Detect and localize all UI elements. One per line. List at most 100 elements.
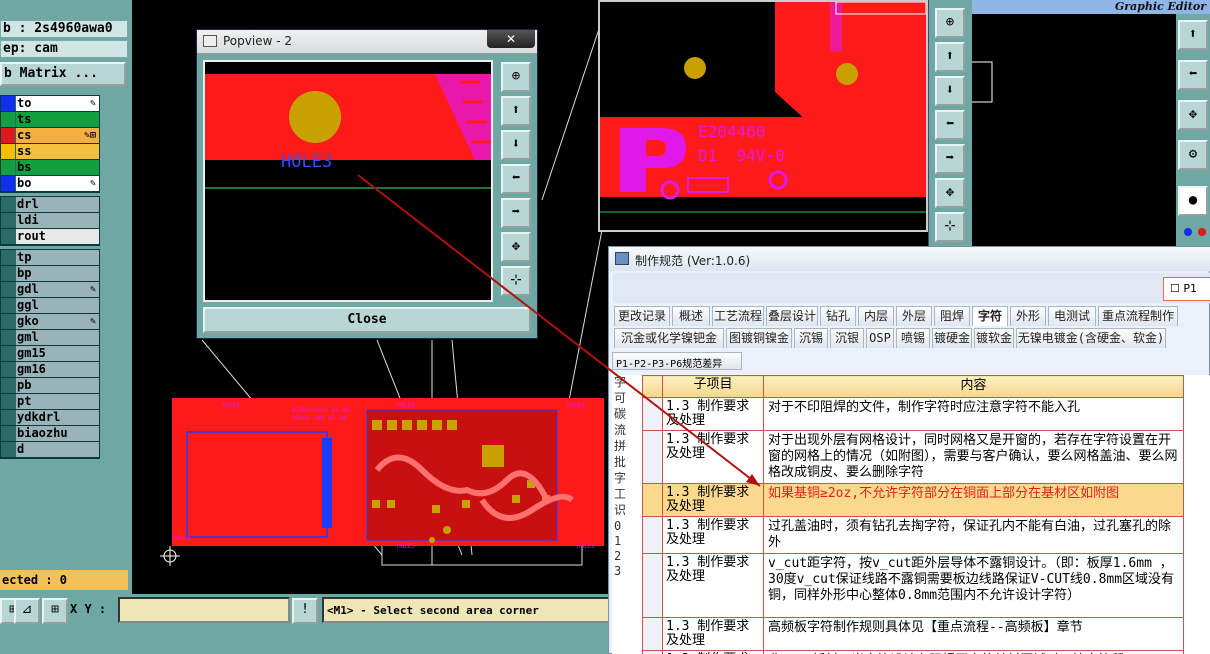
tab[interactable]: 喷锡 <box>896 328 930 348</box>
content-cell: 高频板字符制作规则具体见【重点流程--高频板】章节 <box>763 617 1184 651</box>
zoom-in-icon[interactable]: ⊕ <box>935 8 965 38</box>
svg-text:HOLE1: HOLE1 <box>222 402 240 409</box>
table-row[interactable]: 1.3 制作要求及处理 v_cut距字符，按v_cut距外层导体不露铜设计。（即：… <box>642 553 1184 618</box>
tab[interactable]: 内层 <box>858 306 894 326</box>
layer-row[interactable]: ydkdrl <box>1 410 99 426</box>
layer-row[interactable]: biaozhu <box>1 426 99 442</box>
layer-row[interactable]: bs <box>1 160 99 176</box>
tab[interactable]: 沉银 <box>830 328 864 348</box>
layer-row[interactable]: pb <box>1 378 99 394</box>
tab[interactable]: 电测试 <box>1048 306 1096 326</box>
layer-row[interactable]: bo ✎ <box>1 176 99 192</box>
layer-row[interactable]: to ✎ <box>1 96 99 112</box>
tab[interactable]: 镀软金 <box>974 328 1014 348</box>
xy-label: X Y : <box>70 602 107 616</box>
layer-name: d <box>16 442 99 457</box>
layer-row[interactable]: gm15 <box>1 346 99 362</box>
table-row[interactable]: 1.3 制作要求及处理 对于不印阻焊的文件，制作字符时应注意字符不能入孔 <box>642 397 1184 431</box>
center-icon[interactable]: ⊹ <box>501 266 531 296</box>
center-icon[interactable]: ⊹ <box>935 212 965 242</box>
pan-left-icon[interactable]: ⬅ <box>501 164 531 194</box>
layer-row[interactable]: ldi <box>1 213 99 229</box>
layer-name: bs <box>16 160 99 175</box>
pan-up-icon[interactable]: ⬆ <box>1178 20 1208 50</box>
fit-icon[interactable]: ✥ <box>501 232 531 262</box>
column-header-sub[interactable]: 子项目 <box>662 375 764 398</box>
zoom-in-icon[interactable]: ⊕ <box>501 62 531 92</box>
measure-icon[interactable]: ⊿ <box>14 598 40 624</box>
tab[interactable]: 阻焊 <box>934 306 970 326</box>
tab[interactable]: OSP <box>866 328 894 348</box>
ul-marking: E204460 <box>698 122 766 141</box>
column-header-content[interactable]: 内容 <box>763 375 1184 398</box>
table-row[interactable]: 1.3 制作要求及处理 如果基铜≥2oz,不允许字符部分在铜面上部分在基材区如附图 <box>642 483 1184 517</box>
layer-name: gm15 <box>16 346 99 361</box>
tab[interactable]: 工艺流程 <box>712 306 764 326</box>
layer-color-swatch <box>1 160 15 175</box>
pan-left-icon[interactable]: ⬅ <box>935 110 965 140</box>
edit-icon: ✎⊞ <box>83 130 96 141</box>
layer-row[interactable]: d <box>1 442 99 458</box>
fit-icon[interactable]: ✥ <box>935 178 965 208</box>
pan-down-icon[interactable]: ⬇ <box>935 76 965 106</box>
layer-row[interactable]: bp <box>1 266 99 282</box>
pan-left-icon[interactable]: ⬅ <box>1178 60 1208 90</box>
layer-row[interactable]: gko ✎ <box>1 314 99 330</box>
tab[interactable]: 叠层设计 <box>766 306 818 326</box>
layer-row[interactable]: pt <box>1 394 99 410</box>
tab[interactable]: 重点流程制作 <box>1098 306 1178 326</box>
flammability-rating: D1 94V-0 <box>698 146 785 165</box>
tab[interactable]: 钻孔 <box>820 306 856 326</box>
tab[interactable]: 外形 <box>1010 306 1046 326</box>
layer-row[interactable]: rout <box>1 229 99 245</box>
window-icon <box>615 252 629 265</box>
tab[interactable]: 外层 <box>896 306 932 326</box>
pan-right-icon[interactable]: ➡ <box>935 144 965 174</box>
tab[interactable]: 镀硬金 <box>932 328 972 348</box>
pad-icon[interactable]: ● <box>1178 186 1208 216</box>
tab[interactable]: 图镀铜镍金 <box>726 328 792 348</box>
row-indicator <box>642 650 663 654</box>
table-row[interactable]: 1.3 制作要求及处理 对于出现外层有网格设计，同时网格又是开窗的，若存在字符设置… <box>642 430 1184 484</box>
layer-row[interactable]: ggl <box>1 298 99 314</box>
preview-canvas[interactable]: E204460 D1 94V-0 <box>598 0 928 232</box>
tab[interactable]: 更改记录 <box>614 306 670 326</box>
layer-row[interactable]: ss <box>1 144 99 160</box>
pan-up-icon[interactable]: ⬆ <box>935 42 965 72</box>
pan-right-icon[interactable]: ➡ <box>501 198 531 228</box>
tab-p-diff[interactable]: P1-P2-P3-P6规范差异 <box>612 352 742 370</box>
warning-icon[interactable]: ! <box>292 598 318 624</box>
fit-icon[interactable]: ✥ <box>1178 100 1208 130</box>
popview-toolbar: ⊕ ⬆ ⬇ ⬅ ➡ ✥ ⊹ <box>499 60 533 302</box>
job-name: b : 2s4960awa0 <box>0 20 128 38</box>
hole-label: HOLE3 <box>281 152 333 172</box>
matrix-button[interactable]: b Matrix ... <box>0 62 126 86</box>
close-button[interactable]: Close <box>203 307 531 333</box>
layer-row[interactable]: cs ✎⊞ <box>1 128 99 144</box>
tab[interactable]: 沉锡 <box>794 328 828 348</box>
table-row[interactable]: 1.3 制作要求及处理 高频板字符制作规则具体见【重点流程--高频板】章节 <box>642 617 1184 651</box>
pan-down-icon[interactable]: ⬇ <box>501 130 531 160</box>
layer-row[interactable]: ts <box>1 112 99 128</box>
side-char: 流 <box>614 423 627 437</box>
xy-input[interactable] <box>118 597 290 623</box>
tab[interactable]: 沉金或化学镍钯金 <box>614 328 724 348</box>
row-indicator <box>642 483 663 517</box>
close-icon[interactable]: ✕ <box>487 30 535 48</box>
tab[interactable]: 无镍电镀金(含硬金、软金) <box>1016 328 1166 348</box>
grid-icon[interactable]: ⊞ <box>42 598 68 624</box>
p1-tab[interactable]: ☐ P1 <box>1163 277 1210 301</box>
tab[interactable]: 字符 <box>972 306 1008 326</box>
layer-row[interactable]: drl <box>1 197 99 213</box>
pan-up-icon[interactable]: ⬆ <box>501 96 531 126</box>
layer-row[interactable]: gm16 <box>1 362 99 378</box>
table-row[interactable]: 1.3 制作要求非PTFE板材，当字符设计在阻焊开窗的基材区域时，按字符印 <box>642 650 1184 654</box>
layer-row[interactable]: tp <box>1 250 99 266</box>
popview-canvas[interactable]: HOLE3 <box>203 60 493 302</box>
tools-icon[interactable]: ⚙ <box>1178 140 1208 170</box>
table-row[interactable]: 1.3 制作要求及处理 过孔盖油时，须有钻孔去掏字符，保证孔内不能有白油，过孔塞孔… <box>642 516 1184 554</box>
layer-row[interactable]: gdl ✎ <box>1 282 99 298</box>
layer-row[interactable]: gml <box>1 330 99 346</box>
tab[interactable]: 概述 <box>672 306 710 326</box>
layer-name: gm16 <box>16 362 99 377</box>
